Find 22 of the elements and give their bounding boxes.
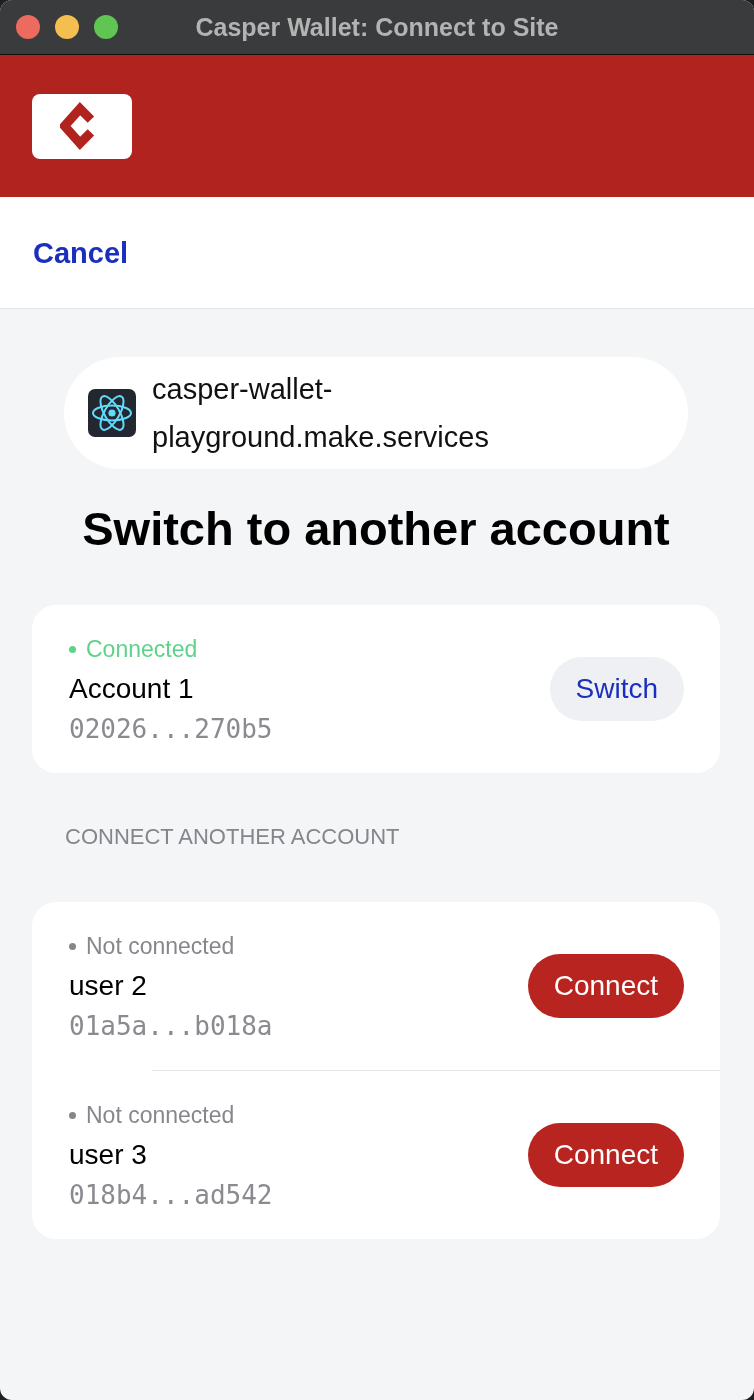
account-name: user 2 — [69, 969, 148, 1003]
zoom-button[interactable] — [94, 15, 118, 39]
account-name: user 3 — [69, 1138, 148, 1172]
account-key: 02026...270b5 — [69, 709, 550, 749]
window-title: Casper Wallet: Connect to Site — [195, 12, 559, 41]
account-name: Account 1 — [69, 672, 195, 706]
connection-status: Connected — [86, 635, 198, 663]
page-heading: Switch to another account — [81, 501, 671, 557]
logo-icon — [32, 93, 132, 159]
connect-button[interactable]: Connect — [527, 1123, 684, 1187]
account-key: 018b4...ad542 — [69, 1175, 528, 1215]
connect-button[interactable]: Connect — [527, 954, 684, 1018]
section-label: CONNECT ANOTHER ACCOUNT — [65, 823, 401, 851]
atom-icon — [88, 389, 136, 437]
switch-button[interactable]: Switch — [549, 657, 684, 721]
close-button[interactable] — [16, 15, 40, 39]
minimize-button[interactable] — [55, 15, 79, 39]
connection-status: Not connected — [86, 932, 235, 960]
cancel-link[interactable]: Cancel — [33, 237, 129, 270]
connection-status: Not connected — [86, 1101, 235, 1129]
account-key: 01a5a...b018a — [69, 1006, 528, 1046]
site-url: casper-wallet-playground.make.services — [152, 372, 490, 455]
